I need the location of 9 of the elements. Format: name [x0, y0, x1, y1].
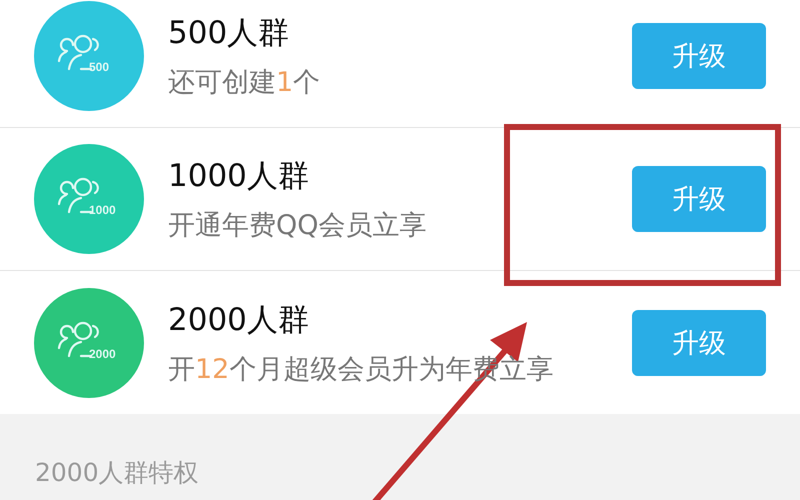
group-title: 1000人群 — [168, 157, 310, 196]
group-title: 2000人群 — [168, 300, 310, 340]
upgrade-button[interactable]: 升级 — [632, 310, 766, 376]
section-header: 2000人群特权 — [34, 457, 200, 489]
upgrade-button[interactable]: 升级 — [632, 166, 766, 232]
group-description: 开通年费QQ会员立享 — [168, 209, 428, 243]
upgrade-button[interactable]: 升级 — [632, 23, 766, 89]
group-description: 还可创建1个 — [168, 66, 322, 100]
group-title: 500人群 — [168, 14, 290, 53]
